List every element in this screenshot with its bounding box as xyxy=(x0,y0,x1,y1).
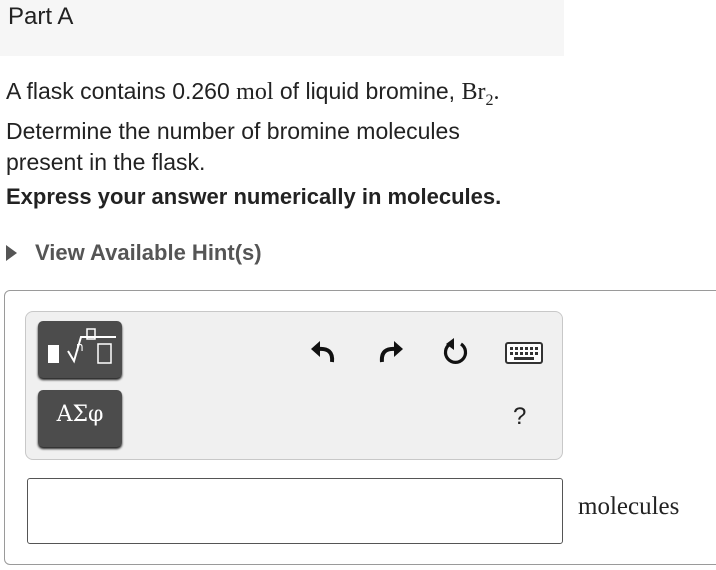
templates-icon: n xyxy=(48,328,116,364)
greek-symbols-button[interactable]: ΑΣφ xyxy=(38,390,122,447)
answer-instruction: Express your answer numerically in molec… xyxy=(6,184,502,209)
answer-unit: molecules xyxy=(578,493,680,520)
undo-icon[interactable] xyxy=(310,337,336,365)
symbols-label: ΑΣφ xyxy=(56,402,104,427)
answer-input[interactable] xyxy=(27,478,563,544)
view-hints-toggle[interactable]: View Available Hint(s) xyxy=(4,240,262,266)
question-line-3: present in the flask. xyxy=(6,148,206,175)
svg-text:n: n xyxy=(76,340,84,354)
mol-unit: mol xyxy=(236,79,274,105)
expand-triangle-icon xyxy=(6,245,17,261)
question-line-1: A flask contains 0.260 mol of liquid bro… xyxy=(6,78,500,109)
question-line-2: Determine the number of bromine molecule… xyxy=(6,117,460,144)
help-button[interactable]: ? xyxy=(513,403,526,431)
keyboard-icon[interactable] xyxy=(505,342,543,364)
templates-button[interactable]: n xyxy=(38,321,122,378)
question-text: A flask contains 0.260 mol of liquid bro… xyxy=(6,76,586,178)
hint-label: View Available Hint(s) xyxy=(35,240,262,265)
bromine-formula: Br2. xyxy=(461,79,500,109)
part-header: Part A xyxy=(0,0,564,56)
reset-icon[interactable] xyxy=(441,337,471,367)
redo-icon[interactable] xyxy=(378,337,404,365)
part-title: Part A xyxy=(8,3,74,30)
